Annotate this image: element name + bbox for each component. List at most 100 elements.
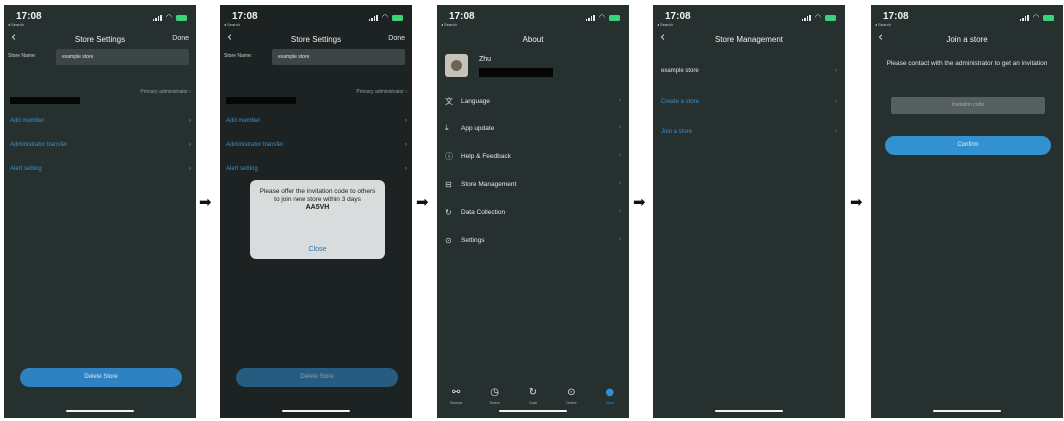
chevron-right-icon: ›: [619, 153, 621, 159]
chevron-right-icon: ›: [835, 99, 837, 105]
menu-item-label: Data Collection: [461, 208, 506, 216]
join-instructions: Please contact with the administrator to…: [886, 60, 1048, 67]
flow-arrow-4: ➡: [850, 193, 863, 211]
invitation-code-input[interactable]: Invitation code: [891, 97, 1045, 114]
signal-icon: [585, 14, 595, 21]
administrator-transfer-row[interactable]: Administrator transfer ›: [10, 142, 191, 152]
status-icons: ◠: [801, 13, 836, 21]
join-store-row[interactable]: Join a store ›: [661, 129, 837, 139]
chevron-right-icon: ›: [619, 98, 621, 104]
dialog-close-button[interactable]: Close: [250, 246, 385, 253]
screen-join-store: 17:08 ◂ Search ◠ ‹ Join a store Please c…: [871, 5, 1063, 418]
store-icon: ⊟: [445, 179, 452, 189]
menu-item-data-collection[interactable]: ↻ Data Collection ›: [445, 206, 621, 218]
signal-icon: [368, 14, 378, 21]
redacted-user-id: [479, 68, 553, 77]
tab-label: More: [605, 401, 614, 405]
alert-setting-label: Alert setting: [226, 166, 258, 172]
home-indicator: [499, 410, 567, 412]
flow-arrow-2: ➡: [416, 193, 429, 211]
store-name: example store: [661, 68, 699, 74]
chevron-right-icon: ›: [619, 125, 621, 131]
status-icons: ◠: [1019, 13, 1054, 21]
administrator-transfer-label: Administrator transfer: [10, 142, 68, 148]
tab-devices[interactable]: ⚯ Devices: [441, 387, 471, 405]
tab-label: Timers: [489, 401, 500, 405]
delete-store-button[interactable]: Delete Store: [20, 368, 182, 387]
menu-item-language[interactable]: 文 Language ›: [445, 95, 621, 107]
alert-setting-row[interactable]: Alert setting ›: [10, 166, 191, 176]
create-store-row[interactable]: Create a store ›: [661, 99, 837, 109]
signal-icon: [1019, 14, 1029, 21]
refresh-icon: ↻: [445, 207, 452, 217]
bottom-tab-bar: ⚯ Devices ◷ Timers ↻ Data ⊙ Detect ● Mor…: [437, 387, 629, 405]
add-member-row[interactable]: Add member ›: [10, 118, 191, 128]
confirm-button[interactable]: Confirm: [885, 136, 1051, 155]
alert-setting-row[interactable]: Alert setting ›: [226, 166, 407, 176]
menu-item-app-update[interactable]: ⤓ App update ›: [445, 122, 621, 134]
done-button[interactable]: Done: [388, 35, 405, 42]
status-back-to-search[interactable]: ◂ Search: [875, 22, 891, 27]
info-icon: ⓘ: [445, 151, 453, 161]
menu-item-settings[interactable]: ⊙ Settings ›: [445, 234, 621, 246]
status-time: 17:08: [16, 11, 42, 22]
menu-item-store-management[interactable]: ⊟ Store Management ›: [445, 178, 621, 190]
redacted-owner-name: [10, 97, 80, 104]
status-back-to-search[interactable]: ◂ Search: [657, 22, 673, 27]
tab-more[interactable]: ● More: [595, 387, 625, 405]
create-store-label: Create a store: [661, 99, 700, 105]
chevron-right-icon: ›: [405, 142, 407, 148]
store-name-input[interactable]: example store: [272, 49, 405, 65]
status-back-to-search[interactable]: ◂ Search: [8, 22, 24, 27]
avatar[interactable]: [445, 54, 468, 77]
owner-role-label: Primary administrator: [140, 89, 188, 95]
menu-item-label: Help & Feedback: [461, 152, 511, 160]
home-indicator: [66, 410, 134, 412]
menu-item-label: Language: [461, 97, 490, 105]
wifi-icon: ◠: [381, 13, 388, 21]
status-time: 17:08: [665, 11, 691, 22]
battery-icon: [176, 14, 187, 21]
delete-store-button[interactable]: Delete Store: [236, 368, 398, 387]
tab-label: Devices: [449, 401, 463, 405]
menu-item-label: Store Management: [461, 180, 517, 188]
owner-role-row[interactable]: Primary administrator ›: [356, 89, 407, 95]
screen-store-management: 17:08 ◂ Search ◠ ‹ Store Management exam…: [653, 5, 845, 418]
chevron-right-icon: ›: [835, 68, 837, 74]
chevron-right-icon: ›: [619, 237, 621, 243]
store-name-label: Store Name:: [8, 53, 37, 59]
flow-arrow-3: ➡: [633, 193, 646, 211]
add-member-row[interactable]: Add member ›: [226, 118, 407, 128]
tab-data[interactable]: ↻ Data: [518, 387, 548, 405]
page-title: Store Settings: [290, 35, 342, 44]
chevron-right-icon: ›: [405, 166, 407, 172]
chevron-right-icon: ›: [405, 118, 407, 124]
administrator-transfer-row[interactable]: Administrator transfer ›: [226, 142, 407, 152]
wifi-icon: ◠: [1032, 13, 1039, 21]
status-icons: ◠: [585, 13, 620, 21]
chevron-right-icon: ›: [835, 129, 837, 135]
wifi-icon: ◠: [814, 13, 821, 21]
done-button[interactable]: Done: [172, 35, 189, 42]
page-title: Store Management: [714, 35, 784, 44]
owner-role-row[interactable]: Primary administrator ›: [140, 89, 191, 95]
administrator-transfer-label: Administrator transfer: [226, 142, 284, 148]
tab-timers[interactable]: ◷ Timers: [480, 387, 510, 405]
status-time: 17:08: [232, 11, 258, 22]
status-back-to-search[interactable]: ◂ Search: [441, 22, 457, 27]
tab-detect[interactable]: ⊙ Detect: [556, 387, 586, 405]
data-icon: ↻: [528, 387, 538, 398]
menu-item-help-feedback[interactable]: ⓘ Help & Feedback ›: [445, 150, 621, 162]
status-back-to-search[interactable]: ◂ Search: [224, 22, 240, 27]
more-icon: ●: [605, 387, 615, 398]
store-name-input[interactable]: example store: [56, 49, 189, 65]
status-icons: ◠: [368, 13, 403, 21]
chevron-right-icon: ›: [619, 181, 621, 187]
wifi-icon: ◠: [598, 13, 605, 21]
gear-icon: ⊙: [445, 235, 452, 245]
store-item-example-store[interactable]: example store ›: [661, 68, 837, 78]
language-icon: 文: [445, 96, 453, 106]
chevron-right-icon: ›: [619, 209, 621, 215]
page-title: Join a store: [946, 35, 988, 44]
battery-icon: [392, 14, 403, 21]
